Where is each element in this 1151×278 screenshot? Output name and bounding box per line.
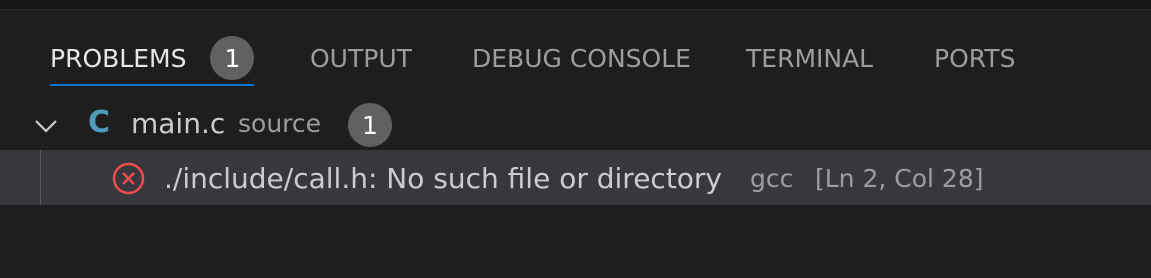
tab-problems-badge: 1 — [210, 36, 255, 80]
tab-output-label: OUTPUT — [310, 43, 412, 73]
error-circle-icon — [112, 162, 145, 195]
tab-problems-label: PROBLEMS — [50, 43, 187, 73]
tab-terminal-label: TERMINAL — [746, 43, 874, 73]
problem-source: gcc — [750, 164, 794, 193]
tab-terminal[interactable]: TERMINAL — [746, 30, 873, 86]
file-source: source — [238, 109, 322, 138]
problem-file-row[interactable]: C main.c source 1 — [0, 100, 1151, 150]
problems-panel: PROBLEMS 1 OUTPUT DEBUG CONSOLE TERMINAL… — [0, 0, 1151, 278]
panel-tab-bar: PROBLEMS 1 OUTPUT DEBUG CONSOLE TERMINAL… — [0, 30, 1151, 86]
chevron-down-icon[interactable] — [33, 113, 59, 139]
tab-output[interactable]: OUTPUT — [310, 30, 412, 86]
file-problem-count: 1 — [348, 103, 392, 147]
tab-debug-console[interactable]: DEBUG CONSOLE — [472, 30, 691, 86]
tab-problems[interactable]: PROBLEMS 1 — [50, 30, 255, 86]
indent-guide — [40, 150, 41, 205]
tab-ports-label: PORTS — [934, 43, 1016, 73]
problem-item[interactable]: ./include/call.h: No such file or direct… — [0, 150, 1151, 205]
tab-debug-console-label: DEBUG CONSOLE — [472, 43, 691, 73]
c-file-icon: C — [88, 105, 111, 140]
file-name: main.c — [131, 107, 226, 140]
problem-location: [Ln 2, Col 28] — [815, 164, 984, 193]
problem-message: ./include/call.h: No such file or direct… — [164, 162, 723, 195]
tab-ports[interactable]: PORTS — [934, 30, 1015, 86]
panel-top-border — [0, 0, 1151, 10]
